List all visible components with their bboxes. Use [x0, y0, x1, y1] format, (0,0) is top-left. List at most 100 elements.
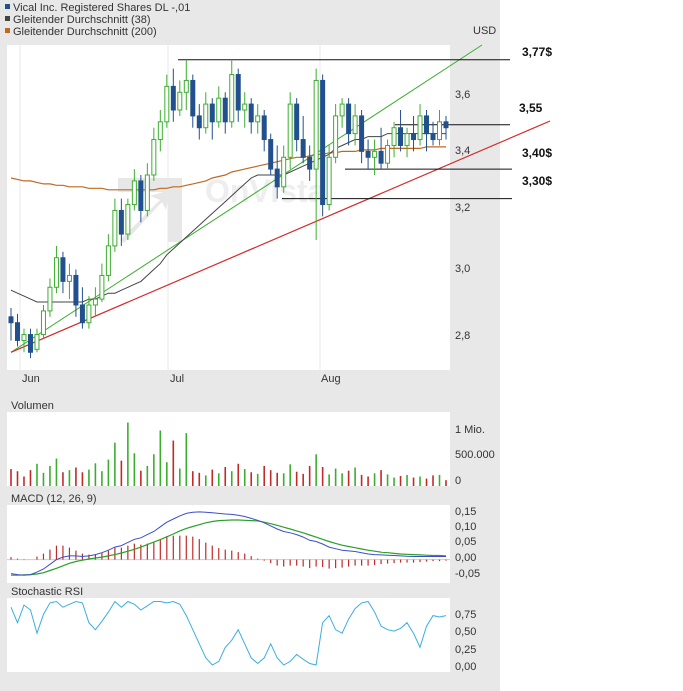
- price-tick-label: 3,6: [455, 89, 470, 101]
- candle-body: [372, 150, 378, 158]
- candle-body: [261, 115, 267, 141]
- candle-body: [443, 121, 449, 129]
- stock-chart: Vical Inc. Registered Shares DL -,01 Gle…: [0, 0, 552, 691]
- candle-body: [274, 168, 280, 188]
- rsi-tick-label: 0,25: [455, 644, 476, 656]
- legend-label-price: Vical Inc. Registered Shares DL -,01: [13, 2, 190, 14]
- candle-body: [242, 103, 248, 111]
- candle-body: [118, 209, 124, 235]
- candle-body: [47, 286, 53, 312]
- level-label: 3,30$: [522, 174, 552, 188]
- candle-body: [196, 115, 202, 129]
- candle-body: [73, 274, 79, 306]
- rsi-panel: [7, 598, 450, 672]
- candle-body: [424, 115, 430, 135]
- candle-body: [151, 139, 157, 176]
- rsi-title: Stochastic RSI: [11, 586, 83, 598]
- candle-body: [138, 180, 144, 211]
- candle-body: [430, 133, 436, 141]
- candle-body: [411, 133, 417, 141]
- level-label: 3,55: [519, 101, 543, 115]
- legend-swatch-price: [5, 4, 10, 9]
- candle-body: [352, 115, 358, 135]
- candle-body: [398, 127, 404, 146]
- level-label: 3,40$: [522, 146, 552, 160]
- rsi-tick-label: 0,75: [455, 609, 476, 621]
- macd-title: MACD (12, 26, 9): [11, 493, 97, 505]
- volume-title: Volumen: [11, 400, 54, 412]
- candle-body: [255, 115, 261, 123]
- candle-body: [222, 97, 228, 123]
- volume-tick-label: 500.000: [455, 449, 495, 461]
- macd-tick-label: 0,15: [455, 506, 476, 518]
- volume-tick-label: 1 Mio.: [455, 424, 485, 436]
- x-tick-label: Jul: [170, 373, 184, 385]
- volume-tick-label: 0: [455, 475, 461, 487]
- candle-body: [66, 274, 72, 282]
- legend-swatch-sma200: [5, 28, 10, 33]
- macd-tick-label: 0,00: [455, 552, 476, 564]
- candle-body: [27, 334, 33, 353]
- candle-body: [203, 103, 209, 129]
- candle-body: [229, 74, 235, 123]
- rsi-tick-label: 0,50: [455, 626, 476, 638]
- candle-body: [86, 304, 92, 324]
- candle-body: [287, 103, 293, 158]
- x-tick-label: Jun: [22, 373, 40, 385]
- candle-body: [144, 174, 150, 211]
- price-tick-label: 3,0: [455, 263, 470, 275]
- macd-panel: [7, 505, 450, 583]
- candle-body: [378, 150, 384, 164]
- candle-body: [34, 334, 40, 350]
- candle-body: [248, 103, 254, 123]
- candle-body: [14, 322, 20, 341]
- candle-body: [326, 156, 332, 206]
- candle-body: [235, 74, 241, 111]
- candle-body: [281, 156, 287, 188]
- candle-body: [157, 121, 163, 141]
- candle-body: [339, 103, 345, 117]
- level-label: 3,77$: [522, 45, 552, 59]
- candle-body: [131, 180, 137, 206]
- candle-body: [417, 115, 423, 141]
- candle-body: [79, 304, 85, 324]
- candle-body: [177, 91, 183, 111]
- candle-body: [300, 139, 306, 158]
- candle-body: [92, 298, 98, 306]
- candle-body: [125, 204, 131, 235]
- candle-body: [346, 103, 352, 135]
- volume-panel: [7, 412, 450, 486]
- candle-body: [307, 156, 313, 170]
- x-tick-label: Aug: [321, 373, 341, 385]
- candle-body: [294, 103, 300, 141]
- candle-body: [365, 150, 371, 158]
- price-tick-label: 3,4: [455, 145, 470, 157]
- rsi-tick-label: 0,00: [455, 661, 476, 673]
- candle-body: [183, 79, 189, 93]
- candle-body: [313, 79, 319, 170]
- candle-body: [359, 115, 365, 152]
- candle-body: [21, 334, 27, 341]
- candle-body: [170, 85, 176, 111]
- candle-body: [105, 245, 111, 276]
- legend-label-sma38: Gleitender Durchschnitt (38): [13, 14, 151, 26]
- candle-body: [385, 144, 391, 164]
- macd-tick-label: 0,10: [455, 521, 476, 533]
- candle-body: [209, 103, 215, 123]
- candle-body: [8, 316, 14, 324]
- candle-body: [320, 79, 326, 206]
- candle-body: [99, 274, 105, 300]
- candle-body: [216, 97, 222, 123]
- candle-body: [391, 127, 397, 146]
- legend-swatch-sma38: [5, 16, 10, 21]
- candle-body: [112, 209, 118, 247]
- macd-tick-label: 0,05: [455, 536, 476, 548]
- candle-body: [40, 310, 46, 336]
- candle-body: [60, 257, 66, 282]
- candle-body: [164, 85, 170, 123]
- candle-body: [268, 139, 274, 170]
- candle-body: [437, 121, 443, 141]
- candle-body: [53, 257, 59, 288]
- legend-label-sma200: Gleitender Durchschnitt (200): [13, 26, 157, 38]
- candle-body: [404, 133, 410, 146]
